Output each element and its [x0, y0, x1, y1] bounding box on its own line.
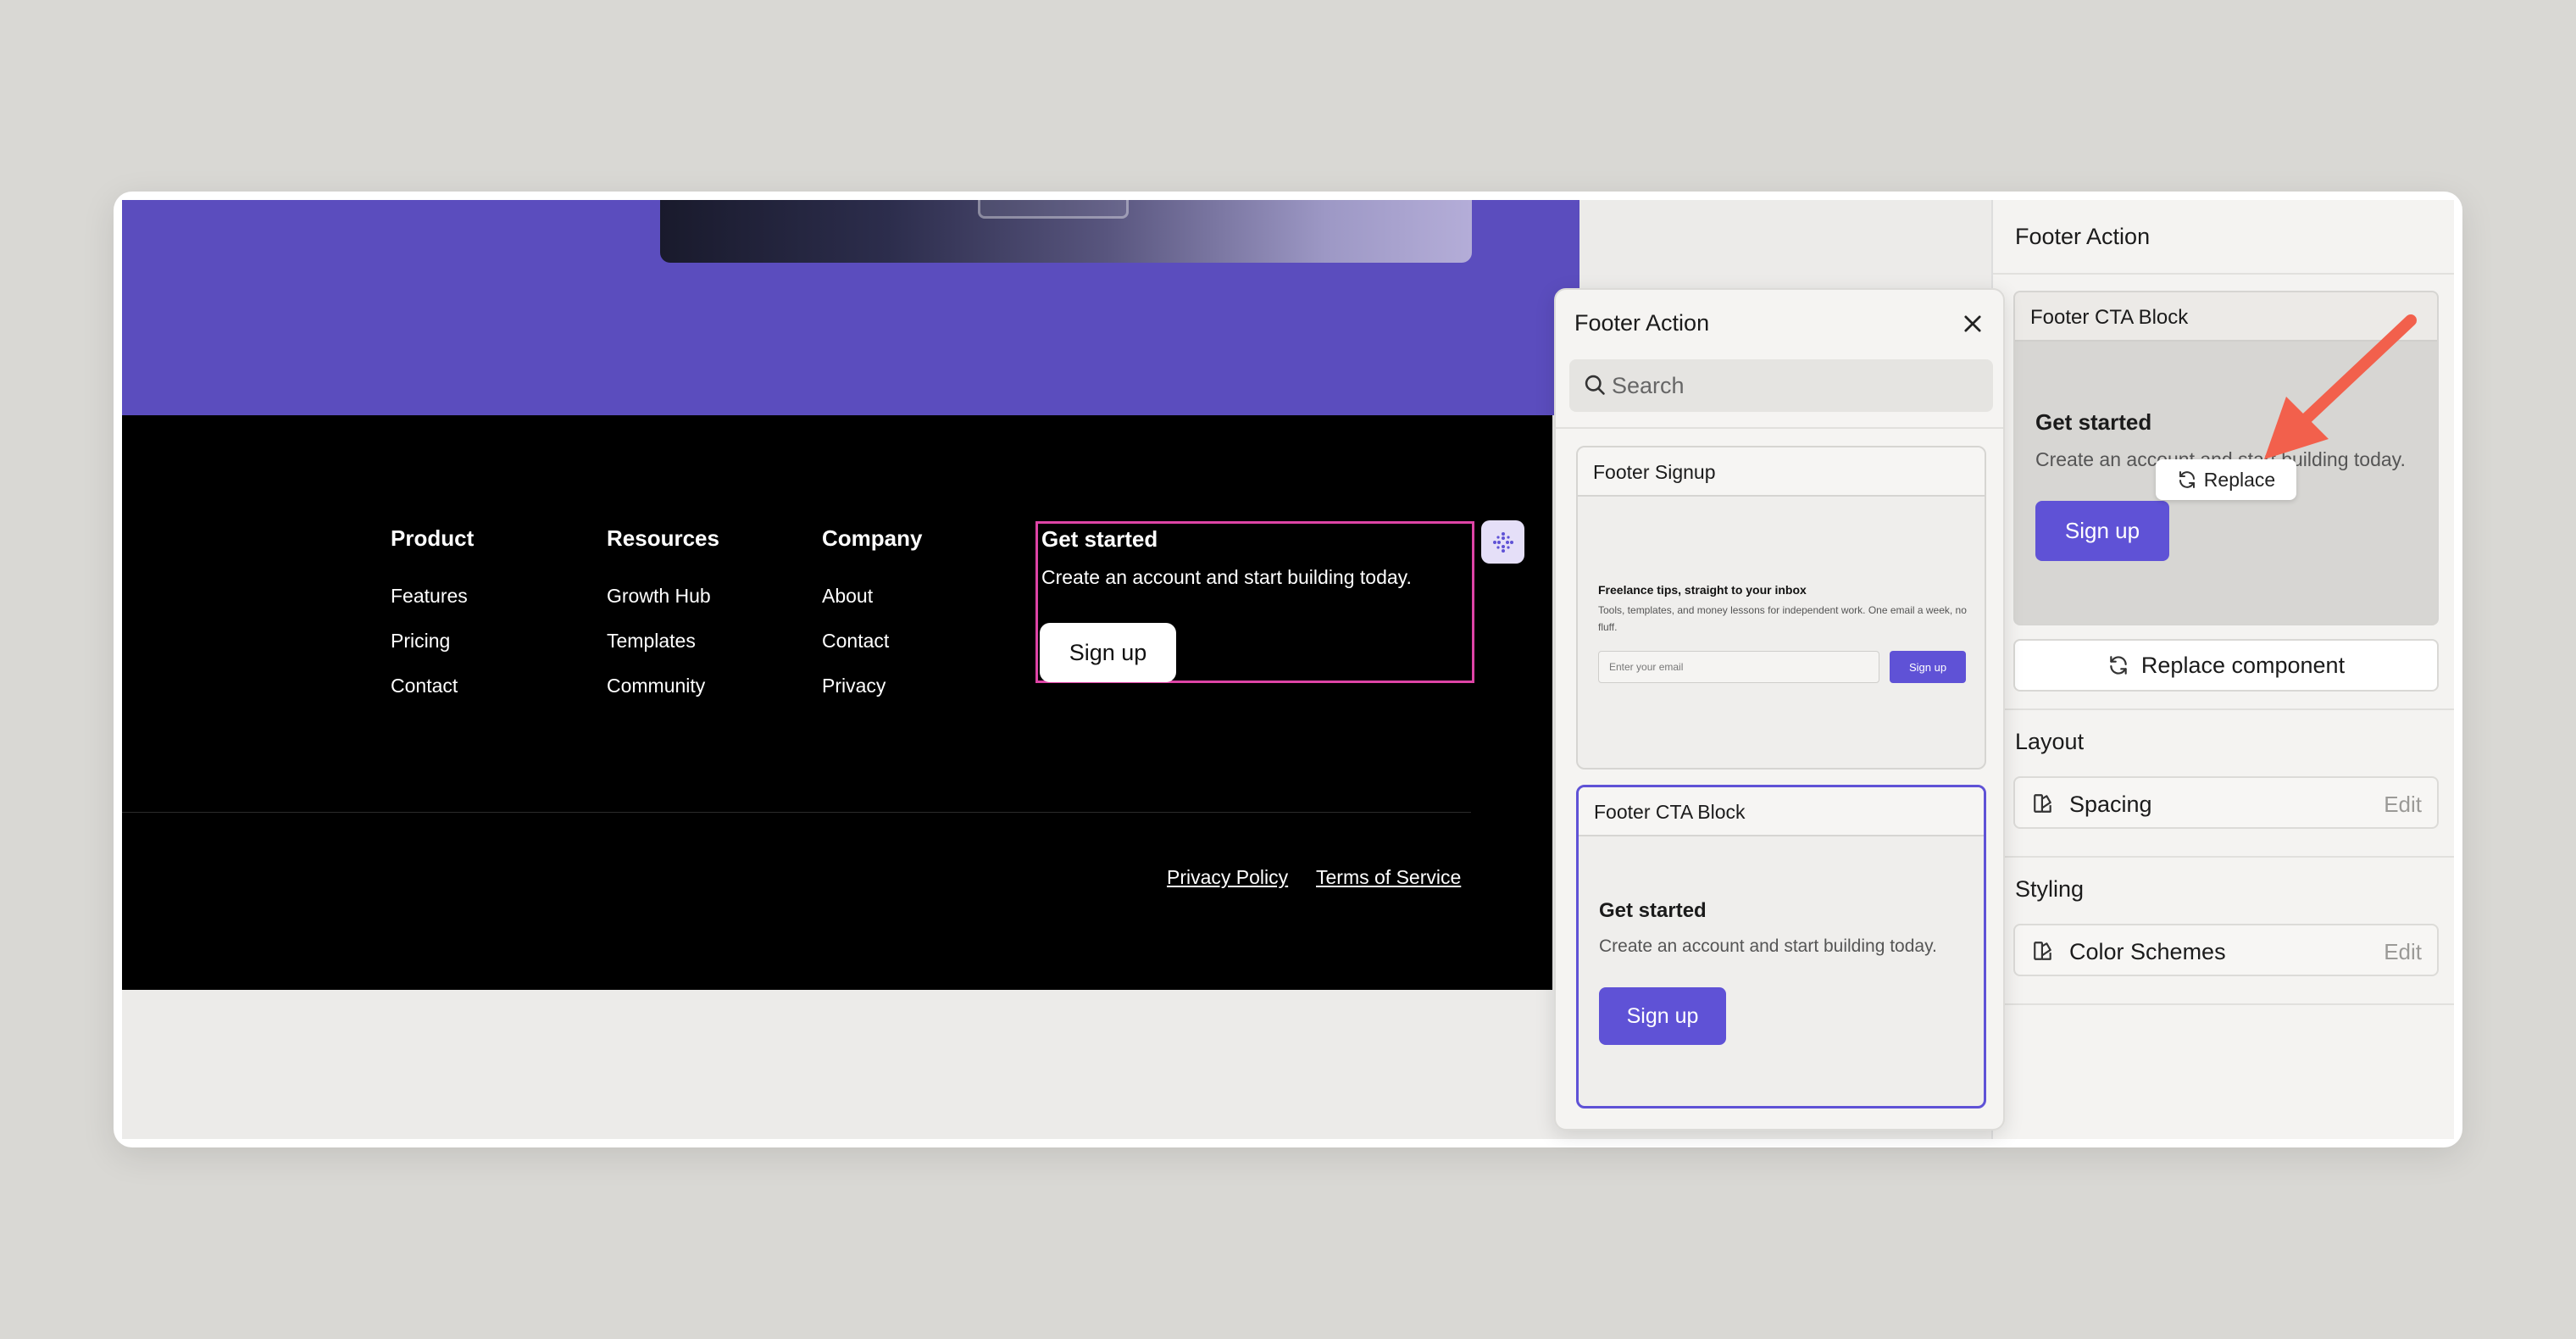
footer-cta-selected[interactable]: Get started Create an account and start … — [1035, 521, 1474, 683]
refresh-icon — [2110, 656, 2127, 675]
color-schemes-row[interactable]: Color Schemes Edit — [2013, 924, 2439, 976]
footer-link[interactable]: About — [822, 574, 922, 619]
option-description: Create an account and start building tod… — [1599, 936, 1937, 956]
color-schemes-edit-button[interactable]: Edit — [2384, 939, 2422, 965]
color-schemes-label: Color Schemes — [2069, 939, 2226, 964]
cta-description: Create an account and start building tod… — [1041, 566, 1412, 588]
preview-title: Get started — [2035, 409, 2152, 435]
palette-icon — [2034, 794, 2051, 813]
move-handle-icon[interactable] — [1481, 520, 1524, 564]
component-option-footer-cta-block[interactable]: Footer CTA Block Get started Create an a… — [1576, 785, 1986, 1108]
search-field[interactable] — [1569, 359, 1993, 412]
search-input[interactable] — [1612, 368, 1976, 403]
footer-column-product: Product Features Pricing Contact — [391, 525, 474, 708]
footer-column-title: Company — [822, 525, 923, 551]
option-title: Get started — [1599, 899, 1707, 922]
footer-divider — [122, 812, 1471, 813]
footer-column-company: Company About Contact Privacy — [822, 525, 922, 708]
option-signup-button: Sign up — [1890, 651, 1966, 683]
app-window: Product Features Pricing Contact Resourc… — [114, 192, 2462, 1147]
footer-link[interactable]: Templates — [607, 619, 719, 664]
footer-column-title: Product — [391, 525, 475, 551]
option-name: Footer Signup — [1578, 447, 1985, 497]
footer-link[interactable]: Pricing — [391, 619, 474, 664]
footer-link[interactable]: Contact — [391, 664, 474, 708]
cta-title: Get started — [1041, 526, 1158, 552]
option-title: Freelance tips, straight to your inbox — [1598, 583, 1807, 597]
layout-section-label: Layout — [2015, 729, 2085, 754]
arrow-icon — [2264, 314, 2417, 459]
hero-image — [660, 200, 1472, 263]
option-signup-button: Sign up — [1599, 987, 1726, 1045]
close-icon[interactable] — [1961, 312, 1985, 336]
footer-link[interactable]: Features — [391, 574, 474, 619]
option-description: Tools, templates, and money lessons for … — [1598, 604, 1967, 633]
footer-column-resources: Resources Growth Hub Templates Community — [607, 525, 719, 708]
footer-link[interactable]: Growth Hub — [607, 574, 719, 619]
hero-section — [122, 200, 1579, 415]
spacing-label: Spacing — [2069, 792, 2152, 817]
refresh-icon — [2179, 471, 2195, 488]
palette-icon — [2034, 942, 2051, 960]
component-option-footer-signup[interactable]: Footer Signup Freelance tips, straight t… — [1576, 446, 1986, 770]
footer-link[interactable]: Community — [607, 664, 719, 708]
search-icon — [1585, 375, 1605, 395]
footer-column-title: Resources — [607, 525, 719, 551]
footer-link[interactable]: Contact — [822, 619, 922, 664]
picker-title: Footer Action — [1574, 310, 1710, 336]
footer-link[interactable]: Privacy — [822, 664, 922, 708]
component-picker-popover: Footer Action Footer Signup Freelance ti… — [1554, 288, 2005, 1131]
privacy-policy-link[interactable]: Privacy Policy — [1167, 866, 1288, 889]
replace-component-button[interactable]: Replace component — [2013, 639, 2439, 692]
signup-button[interactable]: Sign up — [1040, 623, 1176, 682]
inspector-title: Footer Action — [2015, 224, 2151, 249]
preview-signup-button: Sign up — [2035, 501, 2169, 561]
option-name: Footer CTA Block — [1579, 787, 1984, 836]
spacing-edit-button[interactable]: Edit — [2384, 792, 2422, 818]
styling-section-label: Styling — [2015, 876, 2085, 902]
spacing-row[interactable]: Spacing Edit — [2013, 776, 2439, 829]
option-email-input: Enter your email — [1598, 651, 1879, 683]
replace-component-label: Replace component — [2140, 652, 2346, 678]
footer-section: Product Features Pricing Contact Resourc… — [122, 415, 1552, 990]
terms-of-service-link[interactable]: Terms of Service — [1316, 866, 1461, 889]
